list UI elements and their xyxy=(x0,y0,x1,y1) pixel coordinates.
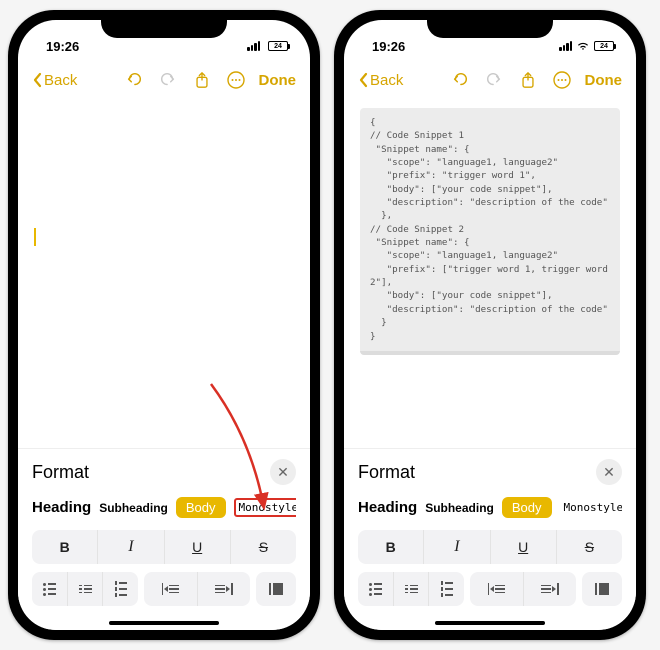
blockquote-button[interactable] xyxy=(256,572,296,606)
status-time: 19:26 xyxy=(372,39,405,54)
bullet-list-button[interactable] xyxy=(32,572,67,606)
blockquote-button[interactable] xyxy=(582,572,622,606)
format-panel: Format ✕ Heading Subheading Body Monosty… xyxy=(344,448,636,630)
bold-button[interactable]: B xyxy=(358,530,423,564)
chevron-left-icon xyxy=(32,72,42,88)
paragraph-styles: Heading Subheading Body Monostyled xyxy=(32,497,296,518)
style-subheading[interactable]: Subheading xyxy=(99,501,168,515)
cellular-icon xyxy=(247,41,260,51)
blockquote-icon xyxy=(269,583,283,595)
strike-button[interactable]: S xyxy=(556,530,622,564)
undo-button[interactable] xyxy=(445,71,475,89)
text-cursor xyxy=(34,228,36,246)
notch xyxy=(101,10,227,38)
style-monostyled[interactable]: Monostyled xyxy=(234,498,297,517)
redo-button[interactable] xyxy=(479,71,509,89)
status-time: 19:26 xyxy=(46,39,79,54)
italic-button[interactable]: I xyxy=(97,530,163,564)
underline-button[interactable]: U xyxy=(164,530,230,564)
iphone-right: 19:26 24 Back Done { // Code Snippet 1 "… xyxy=(334,10,646,640)
outdent-button[interactable] xyxy=(144,572,197,606)
number-list-button[interactable] xyxy=(102,572,138,606)
list-format-row xyxy=(358,572,622,606)
text-format-group: B I U S xyxy=(32,530,296,564)
bullet-list-button[interactable] xyxy=(358,572,393,606)
paragraph-styles: Heading Subheading Body Monostyled xyxy=(358,497,622,518)
screen-left: 19:26 24 Back Done Format xyxy=(18,20,310,630)
iphone-left: 19:26 24 Back Done Format xyxy=(8,10,320,640)
close-button[interactable]: ✕ xyxy=(270,459,296,485)
nav-bar: Back Done xyxy=(344,60,636,100)
number-list-button[interactable] xyxy=(428,572,464,606)
undo-button[interactable] xyxy=(119,71,149,89)
more-button[interactable] xyxy=(547,70,577,90)
dash-list-button[interactable] xyxy=(67,572,103,606)
text-format-group: B I U S xyxy=(358,530,622,564)
cellular-icon xyxy=(559,41,572,51)
strike-button[interactable]: S xyxy=(230,530,296,564)
outdent-button[interactable] xyxy=(470,572,523,606)
back-label: Back xyxy=(370,72,403,89)
code-block[interactable]: { // Code Snippet 1 "Snippet name": { "s… xyxy=(360,108,620,355)
done-button[interactable]: Done xyxy=(585,72,623,89)
style-heading[interactable]: Heading xyxy=(358,499,417,516)
italic-button[interactable]: I xyxy=(423,530,489,564)
chevron-left-icon xyxy=(358,72,368,88)
dash-list-button[interactable] xyxy=(393,572,429,606)
home-indicator xyxy=(109,621,219,625)
nav-bar: Back Done xyxy=(18,60,310,100)
bold-button[interactable]: B xyxy=(32,530,97,564)
status-right: 24 xyxy=(247,39,288,54)
battery-icon: 24 xyxy=(268,41,288,51)
back-label: Back xyxy=(44,72,77,89)
share-button[interactable] xyxy=(513,71,543,89)
battery-icon: 24 xyxy=(594,41,614,51)
redo-button[interactable] xyxy=(153,71,183,89)
home-indicator xyxy=(435,621,545,625)
close-button[interactable]: ✕ xyxy=(596,459,622,485)
wifi-icon xyxy=(576,39,590,54)
blockquote-icon xyxy=(595,583,609,595)
format-panel: Format ✕ Heading Subheading Body Monosty… xyxy=(18,448,310,630)
format-title: Format xyxy=(32,462,89,483)
style-body[interactable]: Body xyxy=(176,497,226,518)
indent-button[interactable] xyxy=(197,572,251,606)
back-button[interactable]: Back xyxy=(32,72,77,89)
share-button[interactable] xyxy=(187,71,217,89)
status-right: 24 xyxy=(559,39,614,54)
note-content-code[interactable]: { // Code Snippet 1 "Snippet name": { "s… xyxy=(344,100,636,448)
format-title: Format xyxy=(358,462,415,483)
notch xyxy=(427,10,553,38)
note-content-empty[interactable] xyxy=(18,100,310,448)
indent-button[interactable] xyxy=(523,572,577,606)
back-button[interactable]: Back xyxy=(358,72,403,89)
style-heading[interactable]: Heading xyxy=(32,499,91,516)
screen-right: 19:26 24 Back Done { // Code Snippet 1 "… xyxy=(344,20,636,630)
style-subheading[interactable]: Subheading xyxy=(425,501,494,515)
done-button[interactable]: Done xyxy=(259,72,297,89)
style-monostyled[interactable]: Monostyled xyxy=(560,499,623,516)
underline-button[interactable]: U xyxy=(490,530,556,564)
more-button[interactable] xyxy=(221,70,251,90)
style-body[interactable]: Body xyxy=(502,497,552,518)
list-format-row xyxy=(32,572,296,606)
